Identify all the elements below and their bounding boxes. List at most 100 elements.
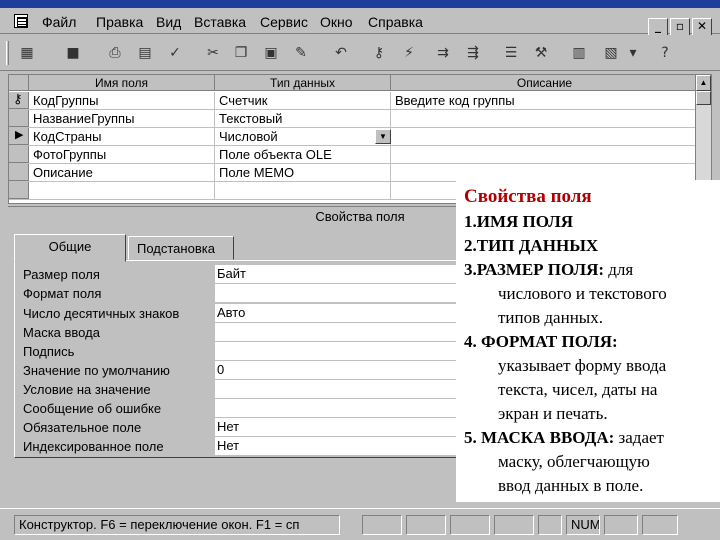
data-type-cell[interactable]: Поле MEMO (215, 164, 391, 182)
toolbar: ▦ ■ ⎙ ▤ ✓ ✂ ❐ ▣ ✎ ↶ ⚷ ⚡ ⇉ ⇶ ☰ ⚒ ▥ ▧ ▾ ? (0, 35, 720, 71)
new-object-dropdown-icon[interactable]: ▾ (622, 43, 644, 63)
col-header-description[interactable]: Описание (391, 75, 699, 91)
delete-row-icon[interactable]: ⇶ (462, 43, 484, 63)
spellcheck-icon[interactable]: ✓ (164, 43, 186, 63)
row-selector[interactable] (9, 146, 29, 163)
print-icon[interactable]: ⎙ (104, 43, 126, 63)
scroll-up-button[interactable]: ▲ (696, 75, 711, 91)
row-selector[interactable] (9, 110, 29, 127)
toolbar-grip[interactable] (6, 41, 9, 65)
field-name-cell[interactable]: Описание (29, 164, 215, 182)
insert-row-icon[interactable]: ⇉ (432, 43, 454, 63)
property-label: Значение по умолчанию (23, 363, 170, 378)
notes-item-5-cont: маску, облегчающую (498, 452, 650, 471)
property-label: Сообщение об ошибке (23, 401, 162, 416)
property-label: Размер поля (23, 267, 100, 282)
field-name-cell[interactable]: ФотоГруппы (29, 146, 215, 164)
scroll-thumb[interactable] (696, 91, 711, 105)
status-pane (362, 515, 402, 535)
status-pane (538, 515, 562, 535)
notes-item-1: 1.ИМЯ ПОЛЯ (464, 212, 574, 231)
minimize-button[interactable]: _ (648, 18, 668, 36)
notes-title: Свойства поля (464, 186, 592, 207)
notes-item-3-text: для (604, 260, 634, 279)
tab-lookup[interactable]: Подстановка (128, 236, 234, 260)
row-selector[interactable]: ⚷ (9, 92, 29, 109)
notes-item-3-heading: 3.РАЗМЕР ПОЛЯ: (464, 260, 605, 279)
menu-insert[interactable]: Вставка (194, 14, 246, 30)
table-row[interactable]: ⚷ КодГруппы Счетчик Введите код группы (9, 92, 699, 110)
property-label: Формат поля (23, 286, 102, 301)
menu-file[interactable]: Файл (42, 14, 76, 30)
menu-tools[interactable]: Сервис (260, 14, 308, 30)
print-preview-icon[interactable]: ▤ (134, 43, 156, 63)
field-name-cell[interactable] (29, 182, 215, 200)
data-type-cell[interactable]: Числовой (215, 128, 391, 146)
grid-corner (9, 75, 29, 91)
help-icon[interactable]: ? (654, 43, 676, 63)
menu-edit[interactable]: Правка (96, 14, 143, 30)
notes-item-3: 3.РАЗМЕР ПОЛЯ: для (464, 258, 712, 282)
grid-header: Имя поля Тип данных Описание (9, 75, 699, 91)
notes-item-4-cont: текста, чисел, даты на (498, 380, 658, 399)
copy-icon[interactable]: ❐ (230, 43, 252, 63)
field-name-cell[interactable]: НазваниеГруппы (29, 110, 215, 128)
row-selector[interactable]: ▶ (9, 128, 29, 145)
database-window-icon[interactable]: ▥ (568, 43, 590, 63)
notes-item-4-cont: экран и печать. (498, 404, 608, 423)
property-label: Подпись (23, 344, 75, 359)
close-button[interactable]: ✕ (692, 18, 712, 36)
build-icon[interactable]: ⚒ (530, 43, 552, 63)
property-label: Маска ввода (23, 325, 100, 340)
data-type-cell[interactable]: Поле объекта OLE (215, 146, 391, 164)
status-pane (450, 515, 490, 535)
data-type-cell[interactable]: Текстовый (215, 110, 391, 128)
property-label: Индексированное поле (23, 439, 164, 454)
format-painter-icon[interactable]: ✎ (290, 43, 312, 63)
property-label: Обязательное поле (23, 420, 142, 435)
status-pane (406, 515, 446, 535)
new-object-icon[interactable]: ▧ (600, 43, 622, 63)
save-icon[interactable]: ■ (62, 43, 84, 63)
menu-window[interactable]: Окно (320, 14, 353, 30)
field-name-cell[interactable]: КодСтраны (29, 128, 215, 146)
row-selector[interactable] (9, 164, 29, 181)
menu-bar: Файл Правка Вид Вставка Сервис Окно Спра… (0, 8, 720, 36)
notes-item-5-cont: ввод данных в поле. (498, 476, 644, 495)
primary-key-icon[interactable]: ⚷ (368, 43, 390, 63)
description-cell[interactable] (391, 146, 699, 164)
notes-item-5-heading: 5. МАСКА ВВОДА: (464, 428, 615, 447)
description-cell[interactable] (391, 110, 699, 128)
description-cell[interactable]: Введите код группы (391, 92, 699, 110)
restore-button[interactable]: ▫ (670, 18, 690, 36)
undo-icon[interactable]: ↶ (330, 43, 352, 63)
data-type-cell[interactable] (215, 182, 391, 200)
indexes-icon[interactable]: ⚡ (398, 43, 420, 63)
lecture-notes-overlay: Свойства поля 1.ИМЯ ПОЛЯ 2.ТИП ДАННЫХ 3.… (456, 180, 720, 502)
property-label: Условие на значение (23, 382, 151, 397)
notes-item-5-text: задает (614, 428, 664, 447)
table-row[interactable]: ▶ КодСтраны Числовой ▼ (9, 128, 699, 146)
status-bar: Конструктор. F6 = переключение окон. F1 … (0, 508, 720, 540)
cut-icon[interactable]: ✂ (202, 43, 224, 63)
table-row[interactable]: ФотоГруппы Поле объекта OLE (9, 146, 699, 164)
data-type-cell[interactable]: Счетчик (215, 92, 391, 110)
status-text: Конструктор. F6 = переключение окон. F1 … (14, 515, 340, 535)
menu-help[interactable]: Справка (368, 14, 423, 30)
notes-item-5: 5. МАСКА ВВОДА: задает (464, 426, 712, 450)
data-type-dropdown-button[interactable]: ▼ (375, 129, 391, 144)
menu-view[interactable]: Вид (156, 14, 181, 30)
properties-icon[interactable]: ☰ (500, 43, 522, 63)
row-selector[interactable] (9, 182, 29, 199)
col-header-data-type[interactable]: Тип данных (215, 75, 391, 91)
col-header-field-name[interactable]: Имя поля (29, 75, 215, 91)
table-view-icon[interactable]: ▦ (16, 43, 38, 63)
field-name-cell[interactable]: КодГруппы (29, 92, 215, 110)
notes-item-3-cont: числового и текстового (498, 284, 667, 303)
table-window-icon[interactable] (14, 14, 28, 28)
property-label: Число десятичных знаков (23, 306, 180, 321)
tab-general[interactable]: Общие (14, 234, 126, 262)
paste-icon[interactable]: ▣ (260, 43, 282, 63)
table-row[interactable]: НазваниеГруппы Текстовый (9, 110, 699, 128)
description-cell[interactable] (391, 128, 699, 146)
